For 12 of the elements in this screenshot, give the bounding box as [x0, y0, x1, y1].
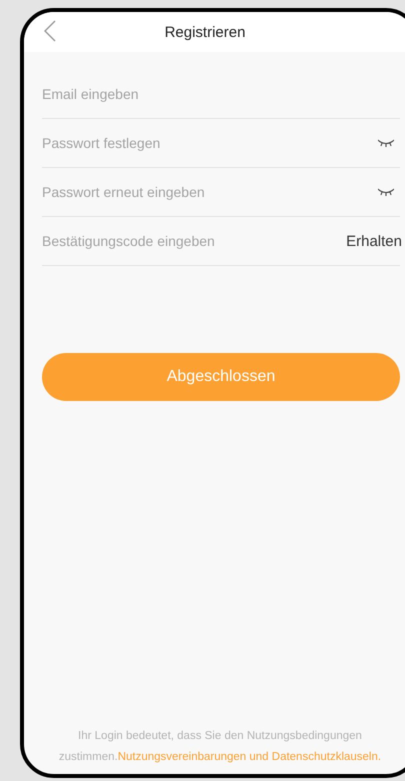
terms-link[interactable]: Nutzungsvereinbarungen und Datenschutzklauseln.	[118, 751, 382, 763]
email-input-field[interactable]: Email eingeben	[42, 86, 400, 102]
password-input-field[interactable]: Passwort erneut eingeben	[42, 184, 378, 200]
password-input-field[interactable]: Passwort festlegen	[42, 135, 378, 151]
closed-eye-icon[interactable]	[378, 139, 394, 147]
terms-text: Ihr Login bedeutet, dass Sie den Nutzungsbedingungen zustimmen.Nutzungsvereinbarungen und Datenschutzklauseln.	[58, 729, 382, 765]
get-code-button[interactable]: Erhalten	[346, 232, 402, 250]
submit-button[interactable]: Abgeschlossen	[42, 353, 400, 401]
page-title: Registrieren	[164, 24, 246, 40]
code-input-field[interactable]: Bestätigungscode eingeben	[42, 233, 346, 249]
closed-eye-icon[interactable]	[378, 188, 394, 196]
back-icon[interactable]	[44, 20, 56, 42]
